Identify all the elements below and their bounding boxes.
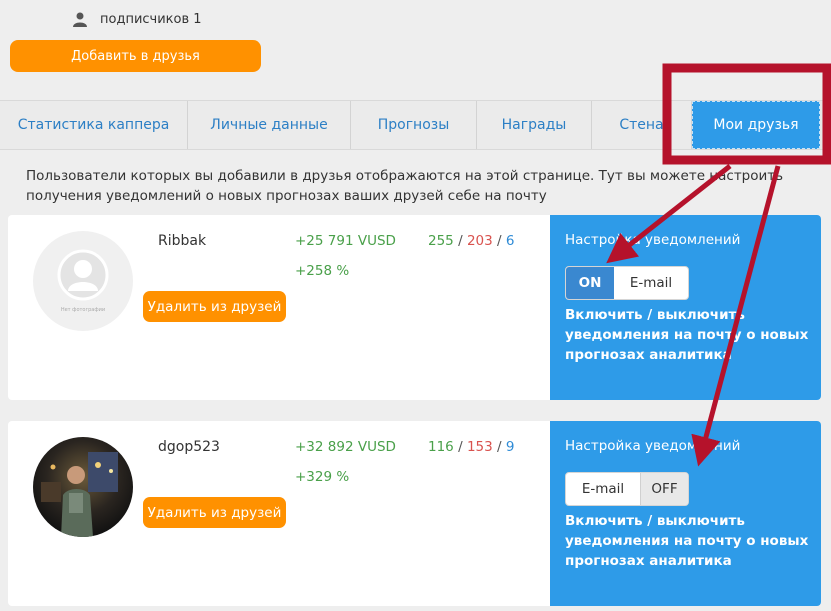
tab-capper-stats[interactable]: Статистика каппера [0, 101, 188, 149]
toggle-email-option[interactable]: E-mail [566, 473, 640, 505]
notification-toggle[interactable]: ON E-mail [565, 266, 689, 300]
notification-description: Включить / выключить уведомления на почт… [565, 307, 809, 363]
notification-description: Включить / выключить уведомления на почт… [565, 513, 809, 569]
notification-settings: Настройка уведомлений ON E-mail Включить… [550, 215, 821, 400]
tab-predictions[interactable]: Прогнозы [351, 101, 477, 149]
avatar [33, 437, 133, 537]
stats-separator: / [497, 233, 502, 249]
returns-count: 9 [505, 439, 515, 455]
notification-settings: Настройка уведомлений E-mail OFF Включит… [550, 421, 821, 606]
tab-personal-data[interactable]: Личные данные [188, 101, 351, 149]
returns-count: 6 [505, 233, 515, 249]
avatar: Нет фотографии [33, 231, 133, 331]
wins-count: 116 [428, 439, 454, 455]
losses-count: 153 [466, 439, 493, 455]
wins-count: 255 [428, 233, 454, 249]
stats-separator: / [458, 233, 463, 249]
stats-separator: / [458, 439, 463, 455]
friend-profit: +32 892 VUSD [295, 439, 396, 455]
no-photo-label: Нет фотографии [60, 307, 106, 313]
person-silhouette-icon [57, 249, 109, 301]
tab-my-friends[interactable]: Мои друзья [692, 101, 820, 149]
notification-settings-title: Настройка уведомлений [565, 232, 741, 248]
stats-separator: / [497, 439, 502, 455]
subscribers-count: подписчиков 1 [72, 11, 202, 27]
friend-profit: +25 791 VUSD [295, 233, 396, 249]
toggle-email-option[interactable]: E-mail [614, 267, 688, 299]
tab-wall[interactable]: Стена [592, 101, 692, 149]
user-icon [73, 12, 87, 27]
friend-stats: 255 / 203 / 6 [428, 233, 514, 249]
tab-awards[interactable]: Награды [477, 101, 592, 149]
remove-friend-button[interactable]: Удалить из друзей [143, 291, 286, 322]
friend-card: Нет фотографии Ribbak Удалить из друзей … [8, 215, 821, 400]
losses-count: 203 [466, 233, 493, 249]
toggle-off-option[interactable]: OFF [640, 473, 688, 505]
friend-username[interactable]: dgop523 [158, 439, 220, 455]
profile-tabs: Статистика каппера Личные данные Прогноз… [0, 100, 831, 150]
friend-username[interactable]: Ribbak [158, 233, 206, 249]
friends-intro-text: Пользователи которых вы добавили в друзь… [26, 168, 784, 204]
subscribers-label: подписчиков 1 [100, 11, 202, 27]
toggle-on-option[interactable]: ON [566, 267, 614, 299]
add-friend-button[interactable]: Добавить в друзья [10, 40, 261, 72]
friend-roi: +258 % [295, 263, 350, 279]
notification-settings-title: Настройка уведомлений [565, 438, 741, 454]
avatar-photo [33, 437, 133, 537]
remove-friend-button[interactable]: Удалить из друзей [143, 497, 286, 528]
notification-toggle[interactable]: E-mail OFF [565, 472, 689, 506]
friend-stats: 116 / 153 / 9 [428, 439, 514, 455]
friend-roi: +329 % [295, 469, 350, 485]
friend-card: dgop523 Удалить из друзей +32 892 VUSD +… [8, 421, 821, 606]
